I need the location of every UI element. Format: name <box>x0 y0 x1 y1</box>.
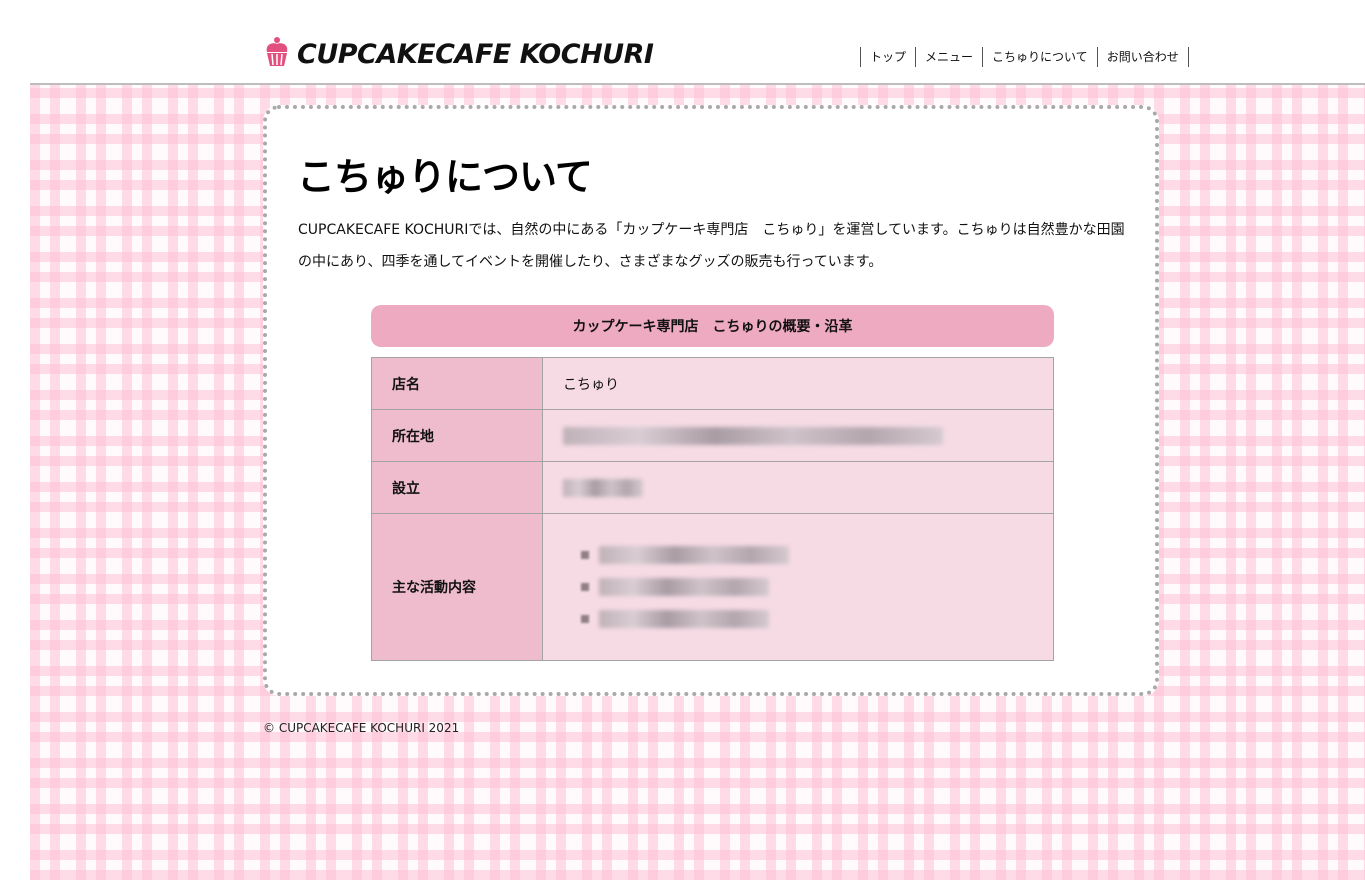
row-label-shop-name: 店名 <box>371 357 543 410</box>
bullet-icon <box>581 551 589 559</box>
table-row: 主な活動内容 <box>371 513 1054 661</box>
table-row: 所在地 <box>371 409 1054 462</box>
list-item <box>581 603 1053 635</box>
bullet-icon <box>581 615 589 623</box>
nav-about-link[interactable]: こちゅりについて <box>983 47 1098 67</box>
nav-contact-link[interactable]: お問い合わせ <box>1098 47 1189 67</box>
row-value-established <box>542 461 1054 514</box>
table-row: 設立 <box>371 461 1054 514</box>
table-heading: カップケーキ専門店 こちゅりの概要・沿革 <box>371 305 1054 347</box>
redacted-address <box>563 426 943 445</box>
footer-copyright: © CUPCAKECAFE KOCHURI 2021 <box>263 721 460 735</box>
main-nav: トップ メニュー こちゅりについて お問い合わせ <box>860 47 1189 67</box>
table-row: 店名 こちゅり <box>371 357 1054 410</box>
redacted-activity <box>599 578 769 596</box>
redacted-activity <box>599 546 789 564</box>
bullet-icon <box>581 583 589 591</box>
list-item <box>581 539 1053 571</box>
row-label-activities: 主な活動内容 <box>371 513 543 661</box>
nav-menu-link[interactable]: メニュー <box>916 47 984 67</box>
redacted-date <box>563 478 643 497</box>
row-label-address: 所在地 <box>371 409 543 462</box>
row-label-established: 設立 <box>371 461 543 514</box>
site-header <box>0 0 1365 84</box>
row-value-shop-name: こちゅり <box>542 357 1054 410</box>
redacted-activity <box>599 610 769 628</box>
page-title: こちゅりについて <box>297 155 593 199</box>
activity-list <box>563 539 1053 635</box>
row-value-activities <box>542 513 1054 661</box>
row-value-address <box>542 409 1054 462</box>
site-logo[interactable]: CUPCAKECAFE KOCHURI <box>263 36 654 72</box>
cupcake-icon <box>263 36 291 72</box>
logo-text: CUPCAKECAFE KOCHURI <box>297 38 654 70</box>
intro-text: CUPCAKECAFE KOCHURIでは、自然の中にある「カップケーキ専門店 … <box>298 222 1125 270</box>
list-item <box>581 571 1053 603</box>
info-table: 店名 こちゅり 所在地 設立 主な活動内容 <box>371 357 1054 661</box>
nav-top-link[interactable]: トップ <box>861 47 917 67</box>
